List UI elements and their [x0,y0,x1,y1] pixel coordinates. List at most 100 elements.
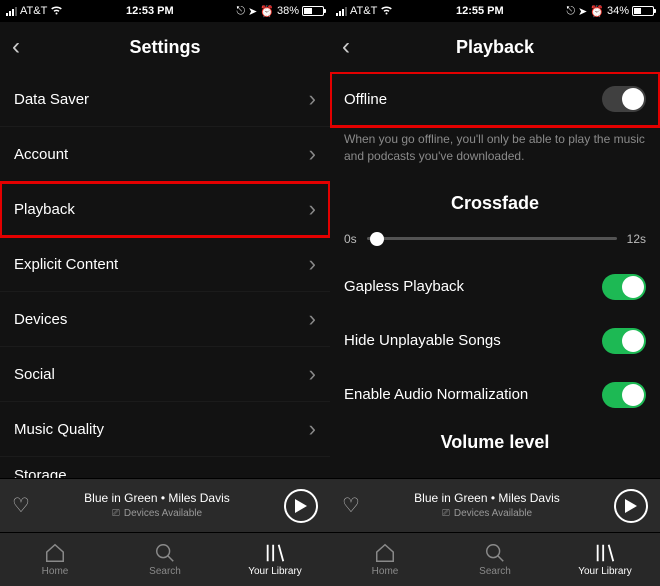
page-title: Settings [129,37,200,58]
artist-name: Miles Davis [168,491,229,505]
chevron-right-icon: › [309,363,316,385]
share-icon: ⎋ [566,5,575,18]
play-button[interactable] [614,489,648,523]
row-explicit-content[interactable]: Explicit Content › [0,237,330,292]
tab-library[interactable]: Your Library [550,533,660,586]
tab-search[interactable]: Search [110,533,220,586]
chevron-right-icon: › [309,88,316,110]
row-label: Music Quality [14,421,104,438]
chevron-right-icon: › [309,143,316,165]
clock: 12:53 PM [126,5,174,17]
alarm-icon: ⏰ [260,5,274,18]
devices-icon: ⎚ [112,507,120,520]
search-icon [484,542,506,564]
crossfade-slider[interactable] [367,237,617,240]
devices-label: Devices Available [454,507,532,520]
chevron-right-icon: › [309,418,316,440]
crossfade-slider-row: 0s 12s [330,232,660,260]
row-label: Data Saver [14,91,89,108]
back-button[interactable]: ‹ [12,35,20,59]
row-data-saver[interactable]: Data Saver › [0,72,330,127]
row-label: Offline [344,91,387,108]
track-name: Blue in Green [84,491,157,505]
artist-name: Miles Davis [498,491,559,505]
row-label: Enable Audio Normalization [344,386,528,403]
signal-icon [336,6,347,16]
tab-search[interactable]: Search [440,533,550,586]
row-gapless[interactable]: Gapless Playback [330,260,660,314]
gapless-toggle[interactable] [602,274,646,300]
right-screen: AT&T 12:55 PM ⎋ ➤ ⏰ 34% ‹ Playback Offli… [330,0,660,586]
chevron-right-icon: › [309,253,316,275]
hide-unplayable-toggle[interactable] [602,328,646,354]
tab-label: Home [42,566,69,577]
header: ‹ Playback [330,22,660,72]
row-label: Social [14,366,55,383]
location-icon: ➤ [578,5,587,18]
home-icon [44,542,66,564]
tab-library[interactable]: Your Library [220,533,330,586]
library-icon [594,542,616,564]
search-icon [154,542,176,564]
row-devices[interactable]: Devices › [0,292,330,347]
carrier-label: AT&T [20,5,47,17]
row-hide-unplayable[interactable]: Hide Unplayable Songs [330,314,660,368]
share-icon: ⎋ [236,5,245,18]
heart-icon[interactable]: ♡ [342,493,360,518]
row-offline[interactable]: Offline [330,72,660,127]
battery-icon [632,6,654,16]
alarm-icon: ⏰ [590,5,604,18]
tab-home[interactable]: Home [330,533,440,586]
offline-toggle[interactable] [602,86,646,112]
track-name: Blue in Green [414,491,487,505]
row-storage[interactable]: Storage [0,457,330,478]
back-button[interactable]: ‹ [342,35,350,59]
settings-list[interactable]: Data Saver › Account › Playback › Explic… [0,72,330,478]
tab-label: Your Library [578,566,632,577]
now-playing-bar[interactable]: ♡ Blue in Green • Miles Davis ⎚ Devices … [330,478,660,532]
row-music-quality[interactable]: Music Quality › [0,402,330,457]
wifi-icon [380,4,393,18]
devices-label: Devices Available [124,507,202,520]
tab-bar: Home Search Your Library [330,532,660,586]
status-bar: AT&T 12:53 PM ⎋ ➤ ⏰ 38% [0,0,330,22]
tab-label: Search [149,566,181,577]
row-label: Account [14,146,68,163]
row-account[interactable]: Account › [0,127,330,182]
audio-normalization-toggle[interactable] [602,382,646,408]
battery-pct: 34% [607,5,629,17]
row-label: Hide Unplayable Songs [344,332,501,349]
chevron-right-icon: › [309,198,316,220]
offline-description: When you go offline, you'll only be able… [330,127,660,179]
slider-thumb[interactable] [370,232,384,246]
volume-heading: Volume level [330,422,660,450]
heart-icon[interactable]: ♡ [12,493,30,518]
carrier-label: AT&T [350,5,377,17]
row-audio-normalization[interactable]: Enable Audio Normalization [330,368,660,422]
location-icon: ➤ [248,5,257,18]
wifi-icon [50,4,63,18]
chevron-right-icon: › [309,308,316,330]
row-label: Devices [14,311,67,328]
clock: 12:55 PM [456,5,504,17]
playback-settings[interactable]: Offline When you go offline, you'll only… [330,72,660,478]
home-icon [374,542,396,564]
now-playing-info[interactable]: Blue in Green • Miles Davis ⎚ Devices Av… [414,491,560,520]
now-playing-info[interactable]: Blue in Green • Miles Davis ⎚ Devices Av… [84,491,230,520]
page-title: Playback [456,37,534,58]
library-icon [264,542,286,564]
tab-label: Search [479,566,511,577]
left-screen: AT&T 12:53 PM ⎋ ➤ ⏰ 38% ‹ Settings Data … [0,0,330,586]
tab-home[interactable]: Home [0,533,110,586]
row-playback[interactable]: Playback › [0,182,330,237]
slider-max: 12s [627,232,646,246]
battery-icon [302,6,324,16]
signal-icon [6,6,17,16]
battery-pct: 38% [277,5,299,17]
now-playing-bar[interactable]: ♡ Blue in Green • Miles Davis ⎚ Devices … [0,478,330,532]
header: ‹ Settings [0,22,330,72]
row-social[interactable]: Social › [0,347,330,402]
play-button[interactable] [284,489,318,523]
status-bar: AT&T 12:55 PM ⎋ ➤ ⏰ 34% [330,0,660,22]
row-label: Playback [14,201,75,218]
